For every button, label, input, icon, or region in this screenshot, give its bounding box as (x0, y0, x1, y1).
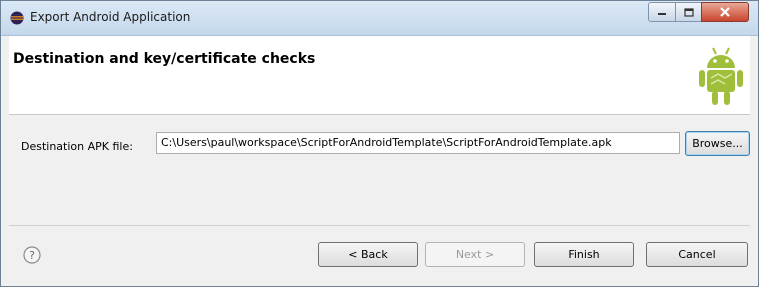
maximize-icon (683, 7, 694, 17)
destination-apk-input[interactable]: C:\Users\paul\workspace\ScriptForAndroid… (156, 132, 680, 154)
finish-button[interactable]: Finish (534, 242, 634, 267)
browse-button[interactable]: Browse... (685, 131, 750, 156)
help-icon[interactable]: ? (23, 246, 41, 264)
minimize-button[interactable] (648, 2, 676, 22)
maximize-button[interactable] (675, 2, 702, 22)
titlebar[interactable]: Export Android Application (1, 1, 758, 36)
page-title: Destination and key/certificate checks (13, 51, 316, 67)
back-button[interactable]: < Back (318, 242, 418, 267)
close-icon (720, 7, 730, 17)
cancel-button[interactable]: Cancel (646, 242, 748, 267)
next-button[interactable]: Next > (425, 242, 525, 267)
android-logo (699, 47, 743, 105)
svg-text:?: ? (29, 249, 35, 262)
window-title: Export Android Application (30, 10, 191, 24)
minimize-icon (658, 13, 666, 15)
destination-apk-label: Destination APK file: (21, 140, 133, 153)
close-button[interactable] (701, 2, 749, 22)
eclipse-app-icon (10, 11, 24, 25)
wizard-header: Destination and key/certificate checks (9, 36, 750, 115)
